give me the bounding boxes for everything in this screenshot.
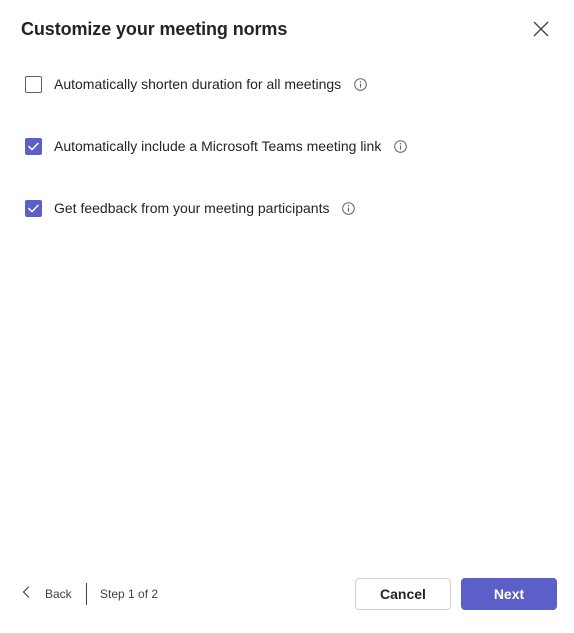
cancel-button[interactable]: Cancel xyxy=(355,578,451,610)
next-button[interactable]: Next xyxy=(461,578,557,610)
checkmark-icon xyxy=(28,142,39,150)
option-get-feedback: Get feedback from your meeting participa… xyxy=(25,198,356,218)
info-icon[interactable] xyxy=(342,201,356,215)
close-icon xyxy=(533,21,549,42)
footer-divider xyxy=(86,583,87,605)
back-button[interactable]: Back xyxy=(22,584,72,604)
meeting-norms-dialog: Customize your meeting norms Automatical… xyxy=(0,0,574,633)
option-shorten-duration: Automatically shorten duration for all m… xyxy=(25,74,367,94)
info-icon[interactable] xyxy=(394,139,408,153)
step-indicator: Step 1 of 2 xyxy=(100,587,159,601)
shorten-duration-label: Automatically shorten duration for all m… xyxy=(54,76,342,92)
info-icon[interactable] xyxy=(354,77,367,91)
dialog-title: Customize your meeting norms xyxy=(21,19,288,39)
include-teams-link-label: Automatically include a Microsoft Teams … xyxy=(54,138,382,154)
chevron-left-icon xyxy=(22,585,30,603)
get-feedback-checkbox[interactable] xyxy=(25,199,42,217)
shorten-duration-checkbox[interactable] xyxy=(25,75,42,93)
checkmark-icon xyxy=(28,204,39,212)
back-label: Back xyxy=(45,587,72,601)
option-include-teams-link: Automatically include a Microsoft Teams … xyxy=(25,136,408,156)
include-teams-link-checkbox[interactable] xyxy=(25,137,42,155)
get-feedback-label: Get feedback from your meeting participa… xyxy=(54,200,330,216)
close-button[interactable] xyxy=(526,16,556,46)
